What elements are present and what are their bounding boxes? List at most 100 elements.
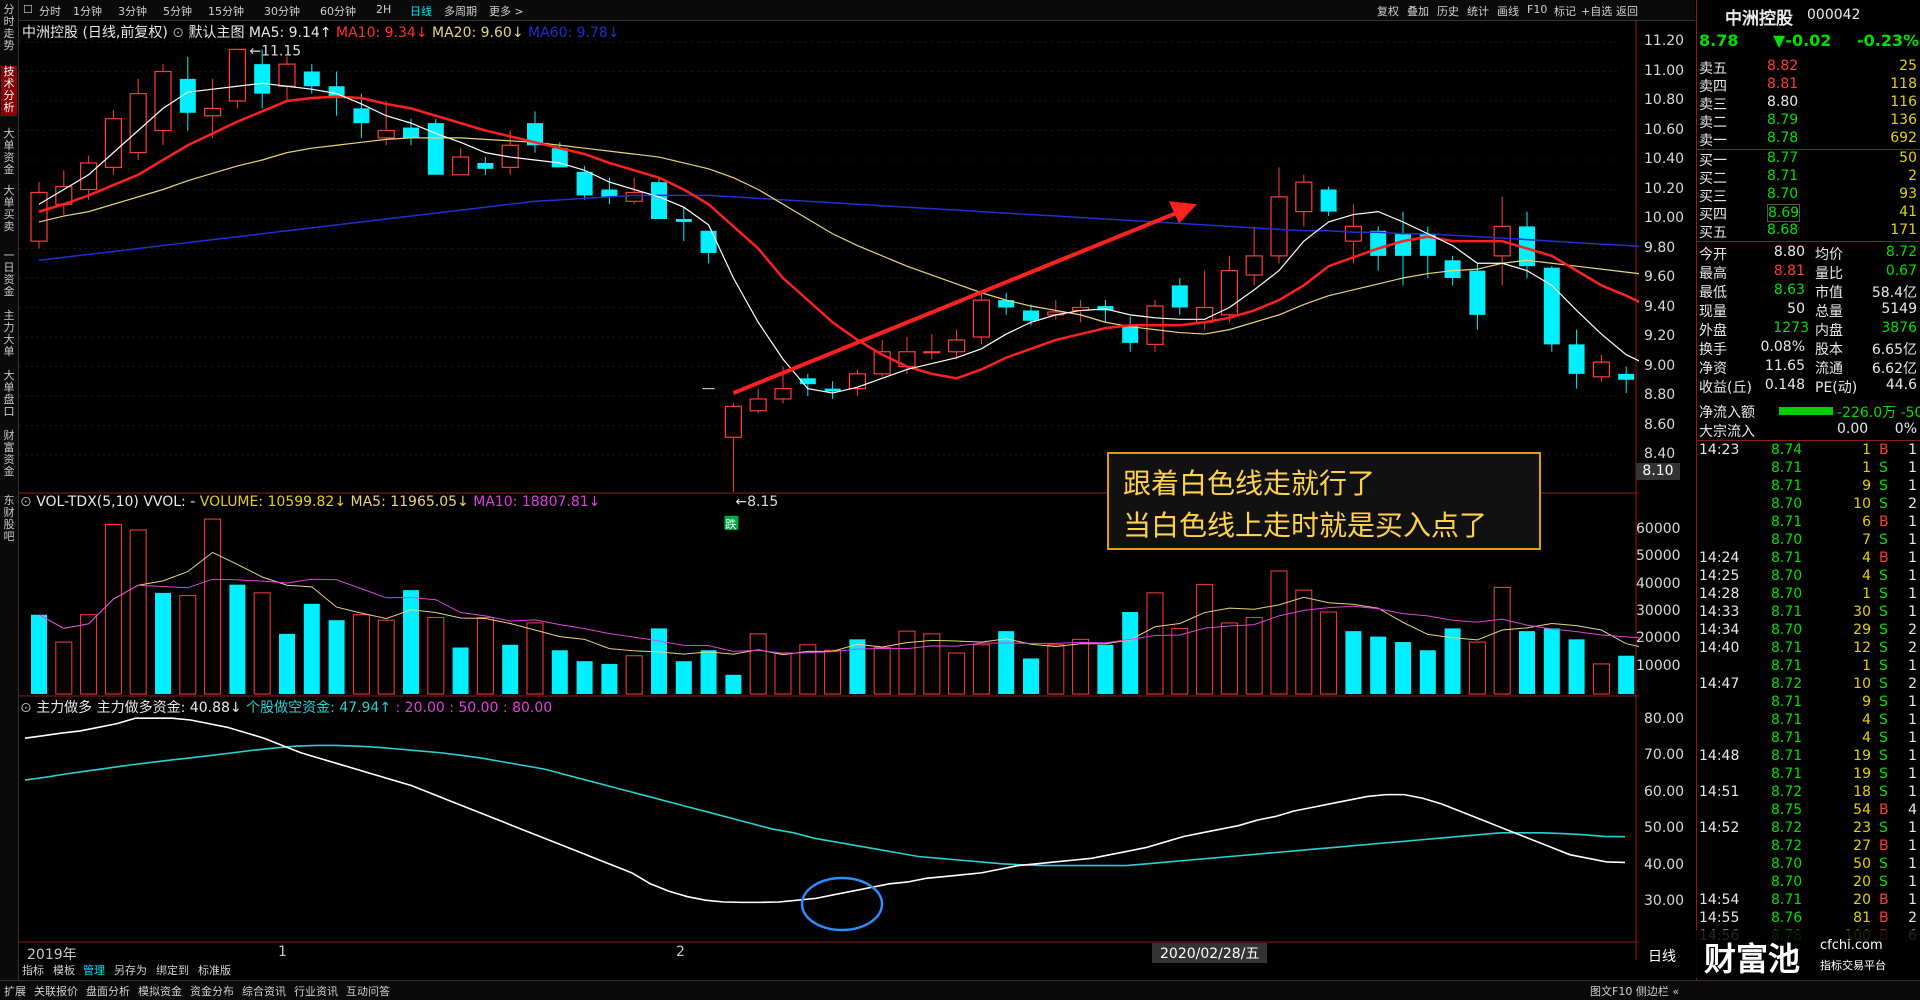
- toolbar-button[interactable]: 叠加: [1407, 3, 1429, 19]
- timeframe-tab[interactable]: 3分钟: [118, 3, 147, 19]
- sidebar-item[interactable]: 大单资金: [1, 128, 17, 178]
- sidebar-toggle[interactable]: 图文F10 侧边栏 «: [1590, 983, 1679, 999]
- sidebar-item[interactable]: 大单买卖: [1, 185, 17, 235]
- bottom-bar-tab[interactable]: 综合资讯: [242, 983, 286, 999]
- tick-direction: B: [1879, 892, 1889, 908]
- tick-count: 2: [1908, 676, 1917, 692]
- ask-level-volume: 692: [1890, 130, 1917, 146]
- volume-bar: [1419, 650, 1436, 694]
- tick-time: 14:25: [1699, 568, 1740, 584]
- period-label[interactable]: 日线: [1648, 946, 1676, 966]
- timeframe-tab[interactable]: 15分钟: [208, 3, 244, 19]
- indicator-tab[interactable]: 绑定到: [156, 962, 189, 978]
- stat-label: 内盘: [1815, 323, 1843, 339]
- toolbar-button[interactable]: 返回: [1616, 3, 1638, 19]
- indicator-tab[interactable]: 标准版: [198, 962, 231, 978]
- timeframe-tab[interactable]: 30分钟: [264, 3, 300, 19]
- timeframe-tab[interactable]: 分时: [39, 3, 61, 19]
- gear-icon[interactable]: ⊙: [172, 25, 184, 41]
- sidebar-item[interactable]: 大单盘口: [1, 370, 17, 420]
- tick-volume: 4: [1862, 550, 1871, 566]
- bottom-bar-tab[interactable]: 资金分布: [190, 983, 234, 999]
- toolbar-button[interactable]: 标记: [1554, 3, 1576, 19]
- sidebar-item[interactable]: 财富资金: [1, 430, 17, 480]
- sidebar-item[interactable]: 技术分析: [1, 66, 17, 116]
- bottom-bar-tab[interactable]: 互动问答: [346, 983, 390, 999]
- bottom-bar-tab[interactable]: 扩展: [4, 983, 26, 999]
- tick-volume: 27: [1853, 838, 1871, 854]
- price-tick-label: 10.00: [1644, 210, 1685, 226]
- price-tick-label: 11.00: [1644, 62, 1685, 79]
- indicator-tab[interactable]: 模板: [53, 962, 75, 978]
- ask-level-volume: 25: [1899, 58, 1917, 74]
- ask-level-label: 卖二: [1699, 115, 1727, 131]
- date-cursor-label: 2020/02/28/五: [1152, 943, 1268, 963]
- tick-volume: 29: [1853, 622, 1871, 638]
- timeframe-tab[interactable]: 多周期: [444, 3, 477, 19]
- gear-icon[interactable]: ⊙: [20, 700, 32, 716]
- tick-price: 8.71: [1771, 550, 1803, 566]
- tick-time: 14:48: [1699, 748, 1740, 764]
- candle: [1320, 189, 1337, 212]
- sidebar-item[interactable]: 一日资金: [1, 250, 17, 300]
- tick-count: 1: [1908, 550, 1917, 566]
- toolbar-button[interactable]: 统计: [1467, 3, 1489, 19]
- bottom-bar-tab[interactable]: 关联报价: [34, 983, 78, 999]
- tick-price: 8.71: [1771, 640, 1803, 656]
- indicator-tab[interactable]: 指标: [22, 962, 44, 978]
- top-toolbar: ☐ 分时 1分钟 3分钟 5分钟 15分钟 30分钟 60分钟 2H 日线 多周期 更多 > 复权 叠加…: [19, 0, 1695, 21]
- toolbar-button[interactable]: 历史: [1437, 3, 1459, 19]
- stat-label: 换手: [1699, 342, 1727, 358]
- ask-level-price: 8.81: [1767, 76, 1799, 92]
- tick-count: 2: [1908, 910, 1917, 926]
- date-axis-month-1: 1: [278, 944, 287, 960]
- tick-price: 8.72: [1771, 676, 1803, 692]
- price-tick-label: 8.60: [1644, 416, 1676, 433]
- tick-count: 1: [1908, 514, 1917, 530]
- tick-volume: 20: [1853, 892, 1871, 908]
- timeframe-tab[interactable]: 5分钟: [163, 3, 192, 19]
- timeframe-tab[interactable]: 1分钟: [73, 3, 102, 19]
- candle: [30, 191, 48, 242]
- tick-count: 1: [1908, 712, 1917, 728]
- toolbar-button[interactable]: +自选: [1581, 3, 1612, 19]
- main-legend: 中洲控股 (日线,前复权) ⊙ 默认主图 MA5: 9.14↑ MA10: 9.…: [22, 22, 620, 42]
- volume-bar: [377, 619, 395, 695]
- tick-volume: 54: [1853, 802, 1871, 818]
- sidebar-item[interactable]: 分时走势: [1, 4, 17, 54]
- checkbox-icon[interactable]: ☐: [23, 3, 33, 16]
- toolbar-button[interactable]: F10: [1527, 3, 1547, 16]
- bottom-bar-tab[interactable]: 盘面分析: [86, 983, 130, 999]
- stat-label: 净资: [1699, 361, 1727, 377]
- volume-bar: [1468, 641, 1486, 695]
- bottom-bar-tab[interactable]: 行业资讯: [294, 983, 338, 999]
- timeframe-tab[interactable]: 更多 >: [489, 3, 524, 19]
- tick-price: 8.71: [1771, 892, 1803, 908]
- indicator-tab[interactable]: 另存为: [114, 962, 147, 978]
- candle: [774, 388, 792, 400]
- candle: [848, 373, 867, 390]
- tick-count: 1: [1908, 442, 1917, 458]
- volume-tick-label: 10000: [1636, 657, 1681, 674]
- tick-count: 4: [1908, 802, 1917, 818]
- toolbar-button[interactable]: 画线: [1497, 3, 1519, 19]
- stat-label: 流通: [1815, 361, 1843, 377]
- tick-time: 14:28: [1699, 586, 1740, 602]
- timeframe-tab[interactable]: 60分钟: [320, 3, 356, 19]
- timeframe-tab[interactable]: 日线: [410, 3, 432, 19]
- timeframe-tab[interactable]: 2H: [376, 3, 391, 16]
- sidebar-item[interactable]: 主力大单: [1, 310, 17, 360]
- sidebar-item[interactable]: 东财股吧: [1, 495, 17, 545]
- bid-level-price: 8.77: [1767, 150, 1799, 166]
- down-tag-label: 跌: [725, 517, 736, 531]
- volume-bar: [601, 663, 618, 694]
- template-name[interactable]: 默认主图: [188, 25, 244, 41]
- candle: [1344, 225, 1363, 242]
- toolbar-button[interactable]: 复权: [1377, 3, 1399, 19]
- tick-count: 1: [1908, 784, 1917, 800]
- tick-count: 1: [1908, 694, 1917, 710]
- tick-time: 14:54: [1699, 892, 1740, 908]
- gear-icon[interactable]: ⊙: [20, 494, 32, 510]
- indicator-tab[interactable]: 管理: [83, 962, 105, 978]
- bottom-bar-tab[interactable]: 模拟资金: [138, 983, 182, 999]
